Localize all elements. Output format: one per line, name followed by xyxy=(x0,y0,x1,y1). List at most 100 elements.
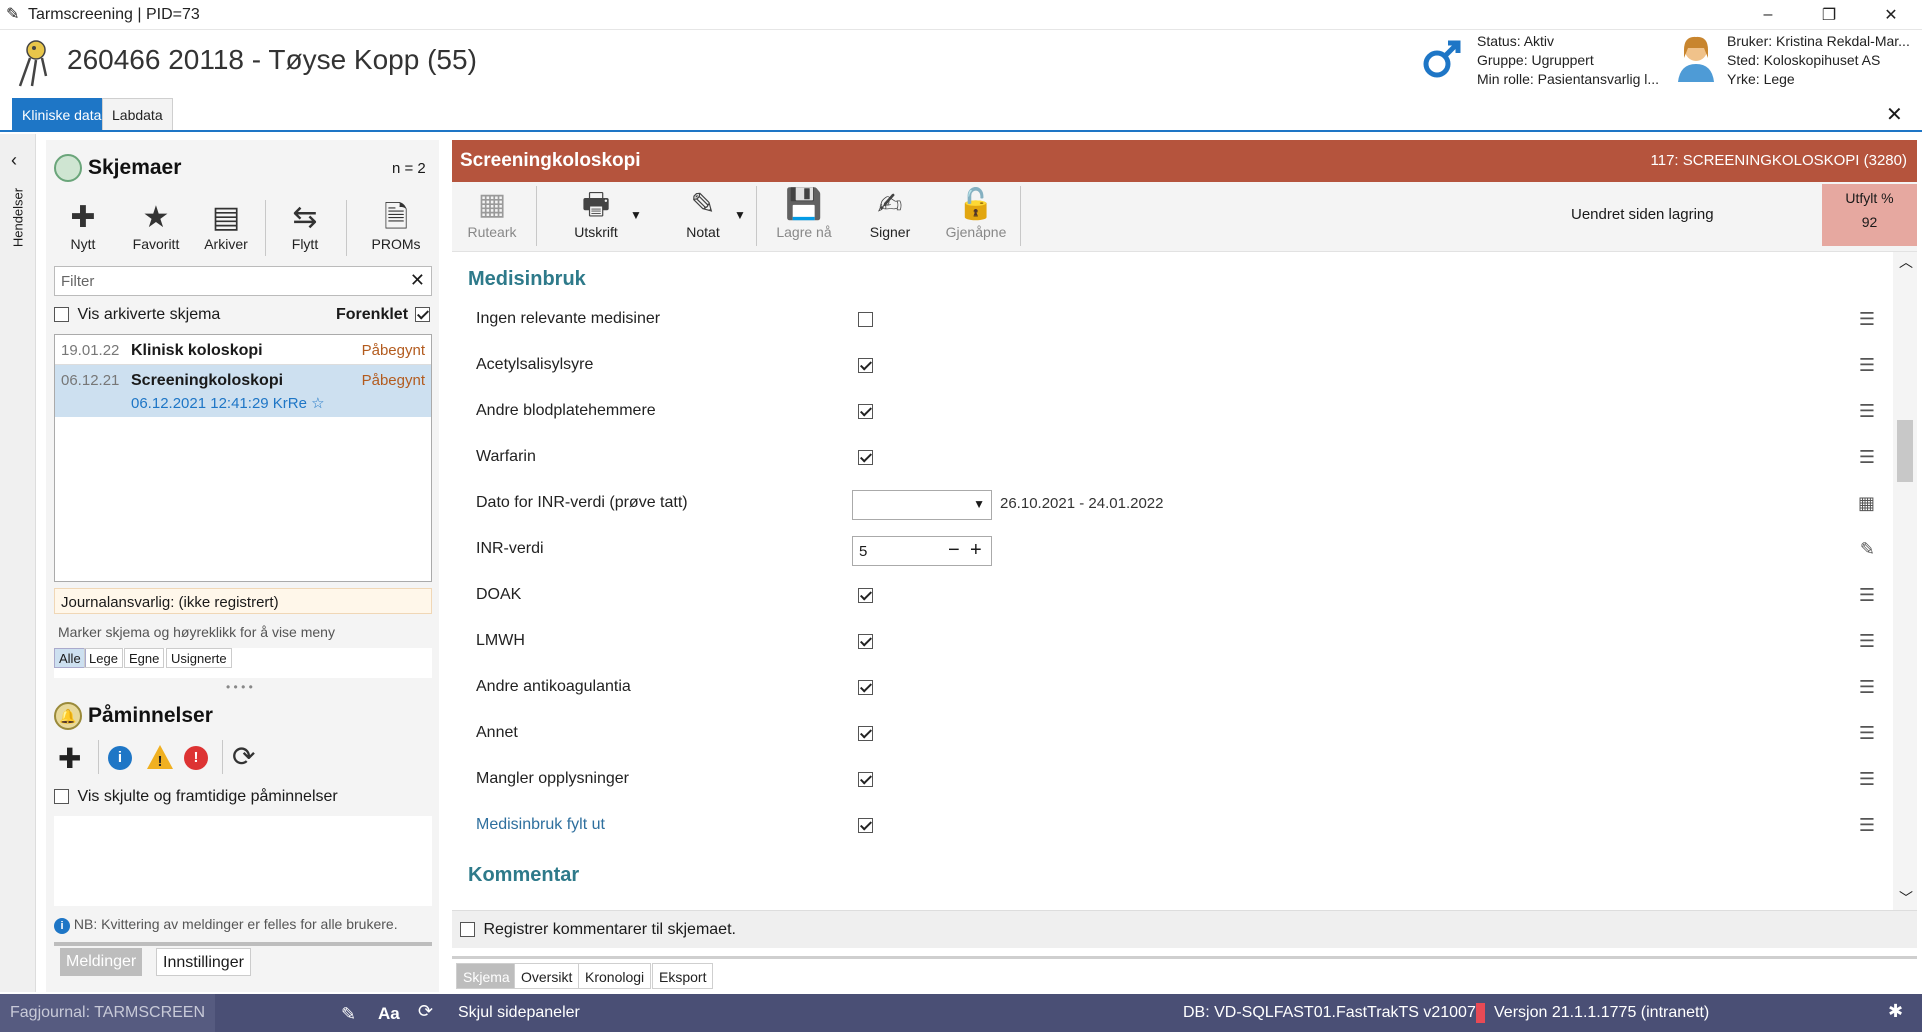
options-list-icon[interactable]: ☰ xyxy=(1859,677,1875,698)
register-comments-checkbox[interactable] xyxy=(460,922,475,938)
move-button[interactable]: ⇆ Flytt xyxy=(280,200,330,252)
new-form-button[interactable]: ✚ Nytt xyxy=(58,200,108,252)
checkbox-ingen-relevante-medisiner[interactable] xyxy=(858,312,873,327)
filter-tab-usignerte[interactable]: Usignerte xyxy=(166,648,232,668)
status-bar: Fagjournal: TARMSCREEN ✎ Aa ⟳ Skjul side… xyxy=(0,994,1922,1032)
minimize-button[interactable]: – xyxy=(1739,0,1797,30)
favorite-button[interactable]: ★ Favoritt xyxy=(128,200,184,252)
journal-button[interactable]: Fagjournal: TARMSCREEN xyxy=(0,994,216,1032)
form-toolbar: ▦ Ruteark 🖶 Utskrift ▼ ✎ Notat ▼ 💾 Lagre… xyxy=(452,182,1917,252)
restore-button[interactable]: ❐ xyxy=(1800,0,1858,30)
clear-filter-icon[interactable]: ✕ xyxy=(410,270,425,291)
tab-eksport[interactable]: Eksport xyxy=(652,963,714,989)
options-list-icon[interactable]: ☰ xyxy=(1859,447,1875,468)
changed-status: Uendret siden lagring xyxy=(1571,206,1714,223)
svg-text:!: ! xyxy=(158,753,163,770)
show-archived-option[interactable]: Vis arkiverte skjema xyxy=(54,306,220,324)
tab-oversikt[interactable]: Oversikt xyxy=(514,963,580,989)
warning-icon[interactable]: ! xyxy=(146,744,174,775)
options-list-icon[interactable]: ☰ xyxy=(1859,631,1875,652)
settings-tab[interactable]: Innstillinger xyxy=(156,948,251,976)
checkbox-acetylsalisylsyre[interactable] xyxy=(858,358,873,373)
options-list-icon[interactable]: ☰ xyxy=(1859,585,1875,606)
increment-icon[interactable]: + xyxy=(970,539,982,562)
form-code: 117: SCREENINGKOLOSKOPI (3280) xyxy=(1650,152,1908,169)
note-dropdown-icon[interactable]: ▼ xyxy=(734,208,746,222)
hide-panels-button[interactable]: Skjul sidepaneler xyxy=(458,1004,580,1022)
show-hidden-option[interactable]: Vis skjulte og framtidige påminnelser xyxy=(54,788,338,806)
archive-icon: ▤ xyxy=(211,201,241,234)
version-info: Versjon 21.1.1.1775 (intranett) xyxy=(1494,1004,1710,1021)
list-item[interactable]: 19.01.22 Klinisk koloskopi Påbegynt xyxy=(55,335,431,365)
tab-kliniske-data[interactable]: Kliniske data xyxy=(12,98,112,130)
proms-button[interactable]: 🗎 PROMs xyxy=(368,200,424,252)
reopen-button[interactable]: 🔓 Gjenåpne xyxy=(942,186,1010,240)
form-scrollbar[interactable]: ︿ ﹀ xyxy=(1893,252,1917,910)
filled-value: 92 xyxy=(1861,214,1878,230)
filter-tab-alle[interactable]: Alle xyxy=(54,648,86,668)
filter-input[interactable]: Filter ✕ xyxy=(54,266,432,296)
checkbox-lmwh[interactable] xyxy=(858,634,873,649)
checkbox-warfarin[interactable] xyxy=(858,450,873,465)
options-list-icon[interactable]: ☰ xyxy=(1859,309,1875,330)
refresh-icon[interactable]: ⟳ xyxy=(418,1001,433,1022)
collapse-arrow-icon[interactable]: ‹ xyxy=(11,150,17,171)
close-window-button[interactable]: ✕ xyxy=(1862,0,1920,30)
info-icon[interactable]: i xyxy=(108,746,132,770)
print-button[interactable]: 🖶 Utskrift xyxy=(566,186,626,240)
error-icon[interactable]: ! xyxy=(184,746,208,770)
tab-kronologi[interactable]: Kronologi xyxy=(578,963,652,989)
form-row: Mangler opplysninger ☰ xyxy=(476,769,1875,790)
pin-icon[interactable]: ✎ xyxy=(341,1004,356,1025)
checkbox-andre-blodplatehemmere[interactable] xyxy=(858,404,873,419)
calendar-icon[interactable]: ▦ xyxy=(1858,493,1875,514)
options-list-icon[interactable]: ☰ xyxy=(1859,723,1875,744)
checkbox-mangler-opplysninger[interactable] xyxy=(858,772,873,787)
decrement-icon[interactable]: − xyxy=(948,539,960,562)
save-button[interactable]: 💾 Lagre nå xyxy=(774,186,834,240)
note-info-icon: i xyxy=(54,918,70,934)
events-sidestrip[interactable]: ‹ Hendelser xyxy=(0,134,36,992)
checkbox-doak[interactable] xyxy=(858,588,873,603)
options-list-icon[interactable]: ☰ xyxy=(1859,355,1875,376)
register-comments-option[interactable]: Registrer kommentarer til skjemaet. xyxy=(460,921,736,939)
left-panel: Skjemaer n = 2 ✚ Nytt ★ Favoritt ▤ Arkiv… xyxy=(46,140,439,992)
form-row: Andre antikoagulantia ☰ xyxy=(476,677,1875,698)
options-list-icon[interactable]: ☰ xyxy=(1859,815,1875,836)
list-item-selected[interactable]: 06.12.21 Screeningkoloskopi Påbegynt 06.… xyxy=(55,365,431,417)
show-hidden-checkbox[interactable] xyxy=(54,789,69,805)
messages-tab[interactable]: Meldinger xyxy=(60,948,143,976)
add-reminder-icon[interactable]: ✚ xyxy=(58,742,81,775)
archive-button[interactable]: ▤ Arkiver xyxy=(198,200,254,252)
tab-skjema[interactable]: Skjema xyxy=(456,963,517,989)
print-dropdown-icon[interactable]: ▼ xyxy=(630,208,642,222)
options-list-icon[interactable]: ☰ xyxy=(1859,769,1875,790)
ruteark-button[interactable]: ▦ Ruteark xyxy=(462,186,522,240)
filter-tab-lege[interactable]: Lege xyxy=(84,648,123,668)
simplified-checkbox[interactable] xyxy=(415,307,431,323)
panel-splitter[interactable]: • • • • xyxy=(226,680,253,694)
filter-tab-egne[interactable]: Egne xyxy=(124,648,165,668)
refresh-icon[interactable]: ⟳ xyxy=(232,740,255,773)
form-view-tabs: Skjema Oversikt Kronologi Eksport xyxy=(452,956,1917,992)
simplified-option[interactable]: Forenklet xyxy=(336,306,431,324)
options-list-icon[interactable]: ☰ xyxy=(1859,401,1875,422)
tab-labdata[interactable]: Labdata xyxy=(102,98,173,130)
checkbox-medisinbruk-fylt-ut[interactable] xyxy=(858,818,873,833)
edit-icon[interactable]: ✎ xyxy=(1860,539,1875,560)
sign-button[interactable]: ✍ Signer xyxy=(862,186,918,240)
checkbox-annet[interactable] xyxy=(858,726,873,741)
filter-placeholder: Filter xyxy=(61,273,95,290)
note-button[interactable]: ✎ Notat xyxy=(674,186,732,240)
scroll-down-icon[interactable]: ﹀ xyxy=(1899,888,1913,908)
font-size-icon[interactable]: Aa xyxy=(378,1004,400,1024)
scroll-thumb[interactable] xyxy=(1897,420,1913,482)
bug-icon[interactable]: ✱ xyxy=(1888,1001,1903,1022)
checkbox-andre-antikoagulantia[interactable] xyxy=(858,680,873,695)
inr-date-dropdown[interactable]: ▼ xyxy=(852,490,992,520)
plus-icon: ✚ xyxy=(70,201,96,234)
close-tab-icon[interactable]: ✕ xyxy=(1886,102,1903,127)
scroll-up-icon[interactable]: ︿ xyxy=(1899,252,1913,272)
inr-value-stepper[interactable]: 5 − + xyxy=(852,536,992,566)
show-archived-checkbox[interactable] xyxy=(54,307,69,323)
